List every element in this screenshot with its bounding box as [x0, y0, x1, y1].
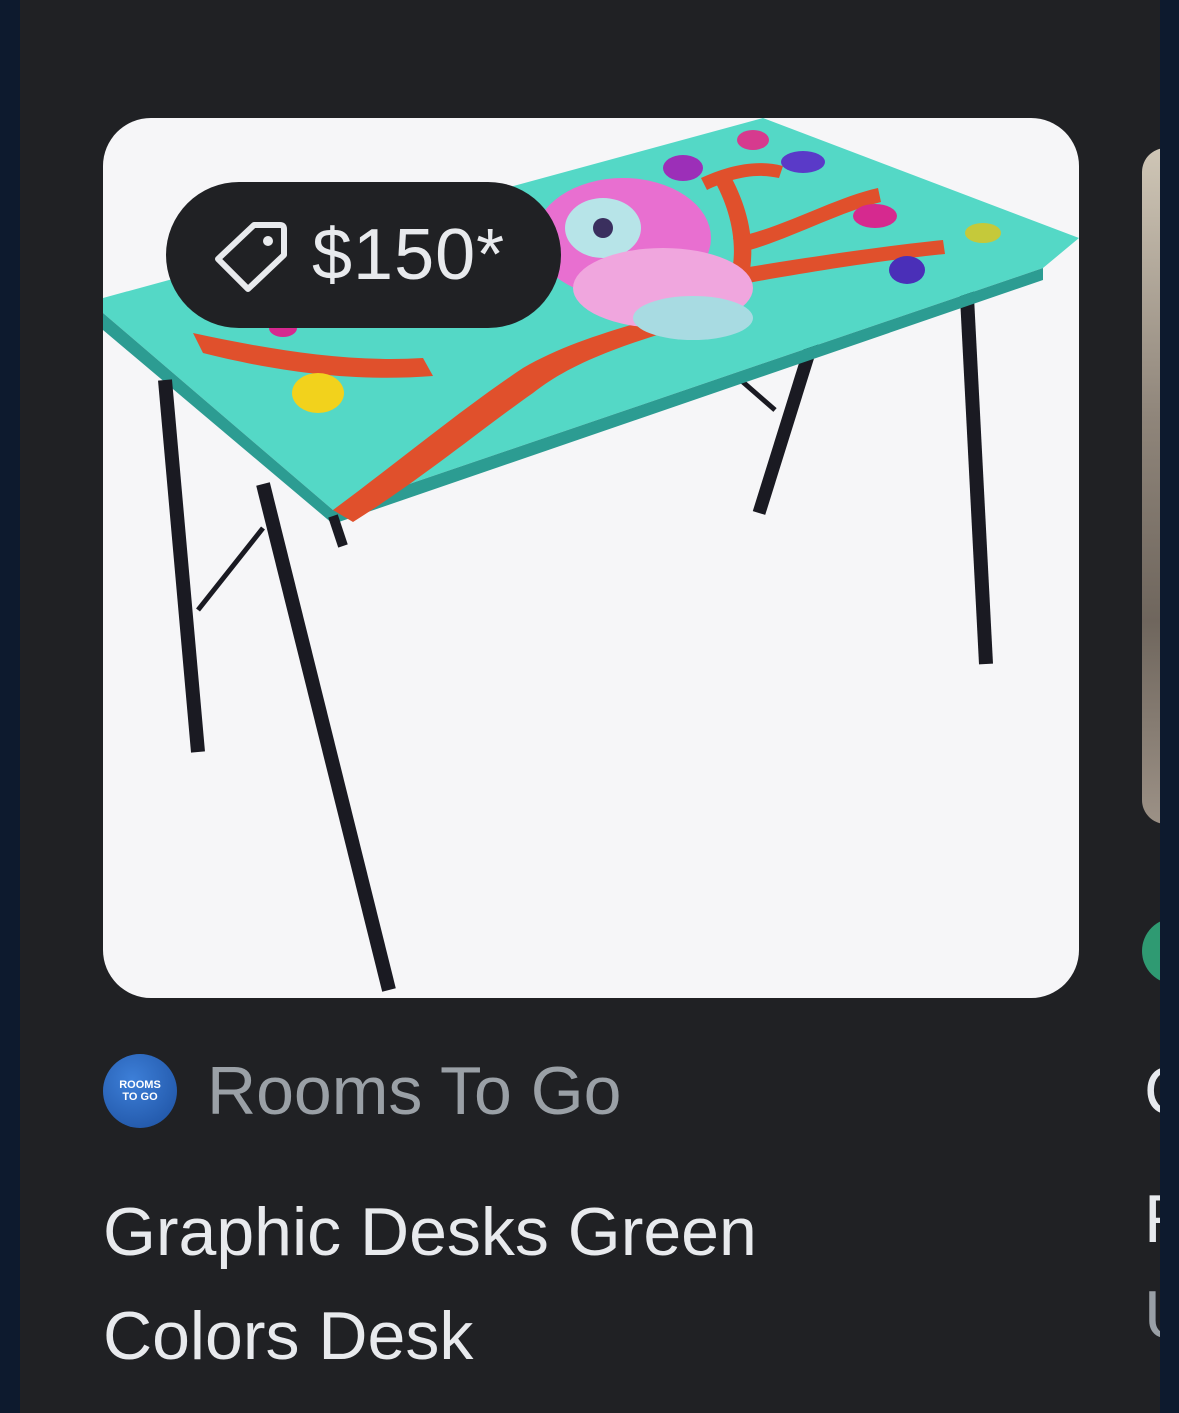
- source-name: Rooms To Go: [207, 1053, 622, 1129]
- source-row[interactable]: ROOMS TO GO Rooms To Go: [103, 1052, 621, 1130]
- product-title[interactable]: Graphic Desks Green Colors Desk: [103, 1180, 923, 1388]
- screen-edge: [1160, 0, 1179, 1413]
- next-card-image[interactable]: [1142, 148, 1160, 824]
- results-frame: $150* ROOMS TO GO Rooms To Go Graphic De…: [20, 0, 1160, 1413]
- tag-icon: [214, 217, 290, 293]
- next-card-subtitle: U: [1144, 1276, 1160, 1354]
- price-text: $150*: [312, 215, 506, 295]
- next-card-source: C: [1144, 1052, 1160, 1130]
- rooms-to-go-logo: ROOMS TO GO: [103, 1054, 177, 1128]
- next-card-title: F: [1144, 1180, 1160, 1258]
- price-badge: $150*: [166, 182, 561, 328]
- next-card-badge: [1142, 918, 1160, 984]
